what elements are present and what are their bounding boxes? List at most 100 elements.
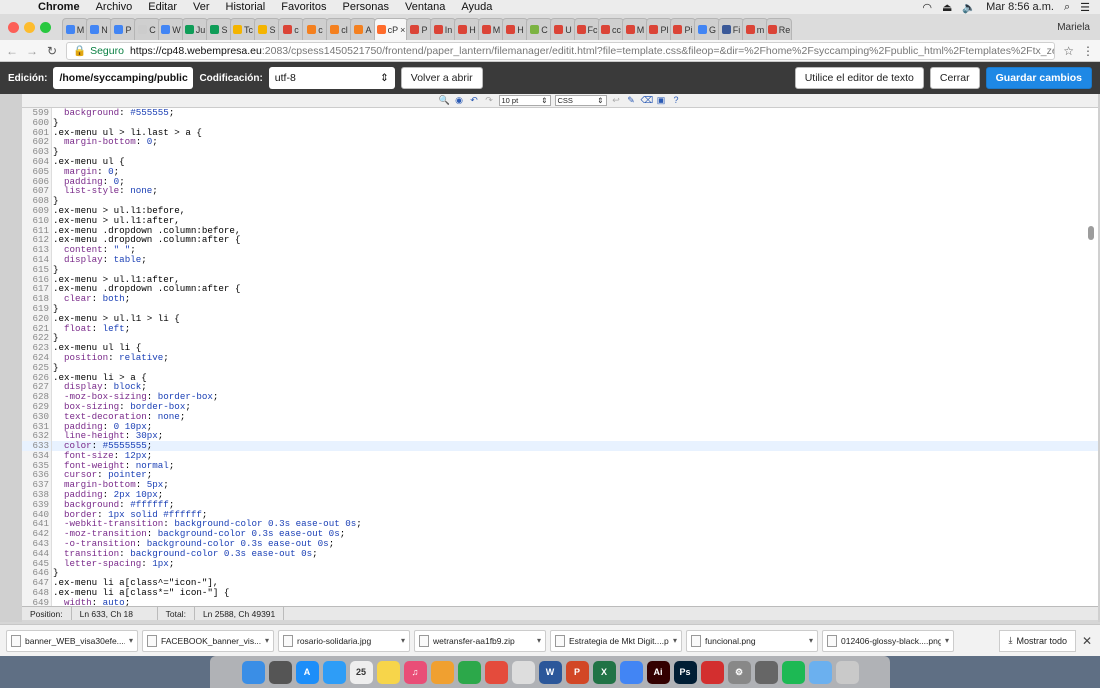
code-line[interactable]: 649 width: auto;: [22, 597, 1098, 606]
code-line[interactable]: 617 .ex-menu .dropdown .column:after {: [22, 284, 1098, 295]
illustrator-icon[interactable]: Ai: [646, 660, 670, 684]
menu-ayuda[interactable]: Ayuda: [453, 1, 500, 13]
code-line[interactable]: 634 font-size: 12px;: [22, 450, 1098, 461]
download-item[interactable]: rosario-solidaria.jpg ▾: [278, 629, 410, 652]
minimize-window-icon[interactable]: [24, 22, 35, 33]
fullscreen-icon[interactable]: ▣: [656, 95, 667, 106]
show-all-button[interactable]: ⤓ Mostrar todo: [999, 629, 1076, 652]
download-item[interactable]: 012406-glossy-black....png ▾: [822, 629, 954, 652]
close-window-icon[interactable]: [8, 22, 19, 33]
browser-tab[interactable]: Pi: [670, 18, 696, 40]
tab-close-icon[interactable]: ×: [400, 25, 405, 35]
browser-tab[interactable]: S: [254, 18, 280, 40]
browser-tab[interactable]: c: [302, 18, 328, 40]
trash-icon[interactable]: [835, 660, 859, 684]
code-line[interactable]: 621 float: left;: [22, 323, 1098, 334]
code-line[interactable]: 603}: [22, 147, 1098, 157]
chrome-icon[interactable]: [619, 660, 643, 684]
reopen-button[interactable]: Volver a abrir: [400, 67, 483, 89]
browser-tab[interactable]: cl: [326, 18, 352, 40]
volume-icon[interactable]: 🔈: [962, 1, 976, 14]
download-item[interactable]: Estrategia de Mkt Digit....pdf ▾: [550, 629, 682, 652]
font-size-select[interactable]: 10 pt ⇕: [498, 95, 551, 106]
browser-tab[interactable]: P: [110, 18, 136, 40]
calendar-icon[interactable]: 25: [349, 660, 373, 684]
code-line[interactable]: 613 content: " ";: [22, 245, 1098, 255]
download-item[interactable]: wetransfer-aa1fb9.zip ▾: [414, 629, 546, 652]
code-line[interactable]: 618 clear: both;: [22, 294, 1098, 304]
app-icon[interactable]: [754, 660, 778, 684]
code-line[interactable]: 599 background: #555555;: [22, 108, 1098, 118]
finder-icon[interactable]: [241, 660, 265, 684]
photos-icon[interactable]: [430, 660, 454, 684]
wrap-icon[interactable]: ↩: [611, 95, 622, 106]
wifi-icon[interactable]: ◠: [922, 1, 932, 14]
browser-tab[interactable]: N: [86, 18, 112, 40]
code-line[interactable]: 644 transition: background-color 0.3s ea…: [22, 548, 1098, 559]
browser-tab[interactable]: C: [526, 18, 552, 40]
code-line[interactable]: 601 .ex-menu ul > li.last > a {: [22, 127, 1098, 138]
code-editor[interactable]: 599 background: #555555; 600} 601 .ex-menu …: [22, 108, 1098, 606]
browser-tab[interactable]: Ju: [182, 18, 208, 40]
menu-list-icon[interactable]: ☰: [1080, 1, 1090, 14]
browser-tab[interactable]: Tc: [230, 18, 256, 40]
code-line[interactable]: 615}: [22, 264, 1098, 275]
code-line[interactable]: 602 margin-bottom: 0;: [22, 137, 1098, 148]
code-line[interactable]: 609 .ex-menu > ul.l1:before,: [22, 206, 1098, 216]
browser-tab[interactable]: C: [134, 18, 160, 40]
bookmark-star-icon[interactable]: ☆: [1063, 44, 1074, 58]
browser-tab[interactable]: H: [454, 18, 480, 40]
code-line[interactable]: 636 cursor: pointer;: [22, 470, 1098, 481]
browser-tab[interactable]: cP ×: [374, 18, 408, 40]
clock[interactable]: Mar 8:56 a.m.: [986, 1, 1054, 13]
code-line[interactable]: 622}: [22, 333, 1098, 344]
code-line[interactable]: 605 margin: 0;: [22, 166, 1098, 177]
browser-tab[interactable]: P: [406, 18, 432, 40]
code-line[interactable]: 626 .ex-menu li > a {: [22, 372, 1098, 383]
reset-icon[interactable]: ⌫: [641, 95, 654, 106]
close-downloads-icon[interactable]: ✕: [1080, 634, 1094, 648]
search-icon[interactable]: ⌕: [1064, 1, 1070, 14]
menu-ver[interactable]: Ver: [185, 1, 218, 13]
syntax-select[interactable]: CSS ⇕: [554, 95, 607, 106]
itunes-icon[interactable]: ♫: [403, 660, 427, 684]
zoom-window-icon[interactable]: [40, 22, 51, 33]
help-icon[interactable]: ?: [671, 95, 682, 106]
code-line[interactable]: 638 padding: 2px 10px;: [22, 490, 1098, 500]
preview-icon[interactable]: [511, 660, 535, 684]
browser-tab[interactable]: A: [350, 18, 376, 40]
menu-favoritos[interactable]: Favoritos: [273, 1, 334, 13]
code-line[interactable]: 607 list-style: none;: [22, 186, 1098, 197]
download-item[interactable]: FACEBOOK_banner_vis....jpg ▾: [142, 629, 274, 652]
code-line[interactable]: 623 .ex-menu ul li {: [22, 343, 1098, 353]
code-line[interactable]: 633 color: #5555555;: [22, 441, 1098, 451]
photoshop-icon[interactable]: Ps: [673, 660, 697, 684]
code-line[interactable]: 624 position: relative;: [22, 353, 1098, 363]
eject-icon[interactable]: ⏏: [942, 1, 952, 14]
code-line[interactable]: 604 .ex-menu ul {: [22, 157, 1098, 167]
browser-tab[interactable]: S: [206, 18, 232, 40]
download-item[interactable]: banner_WEB_visa30efe....jpg ▾: [6, 629, 138, 652]
menu-historial[interactable]: Historial: [218, 1, 274, 13]
powerpoint-icon[interactable]: P: [565, 660, 589, 684]
code-line[interactable]: 631 padding: 0 10px;: [22, 421, 1098, 432]
menu-editar[interactable]: Editar: [140, 1, 185, 13]
code-line[interactable]: 648 .ex-menu li a[class*=" icon-"] {: [22, 588, 1098, 598]
chrome-menu-icon[interactable]: ⋮: [1082, 44, 1094, 58]
code-line[interactable]: 635 font-weight: normal;: [22, 460, 1098, 471]
search-icon[interactable]: 🔍: [439, 95, 450, 106]
notes-icon[interactable]: [376, 660, 400, 684]
goto-icon[interactable]: ◉: [454, 95, 465, 106]
close-button[interactable]: Cerrar: [929, 67, 980, 89]
browser-tab[interactable]: c: [278, 18, 304, 40]
browser-tab[interactable]: Re: [766, 18, 792, 40]
browser-tab[interactable]: m: [742, 18, 768, 40]
appstore-icon[interactable]: A: [295, 660, 319, 684]
download-menu-icon[interactable]: ▾: [809, 636, 813, 645]
encoding-select[interactable]: utf-8 ⇕: [268, 67, 395, 89]
safari-icon[interactable]: [322, 660, 346, 684]
launchpad-icon[interactable]: [268, 660, 292, 684]
code-line[interactable]: 620 .ex-menu > ul.l1 > li {: [22, 313, 1098, 324]
download-menu-icon[interactable]: ▾: [401, 636, 405, 645]
back-icon[interactable]: ←: [6, 44, 18, 58]
